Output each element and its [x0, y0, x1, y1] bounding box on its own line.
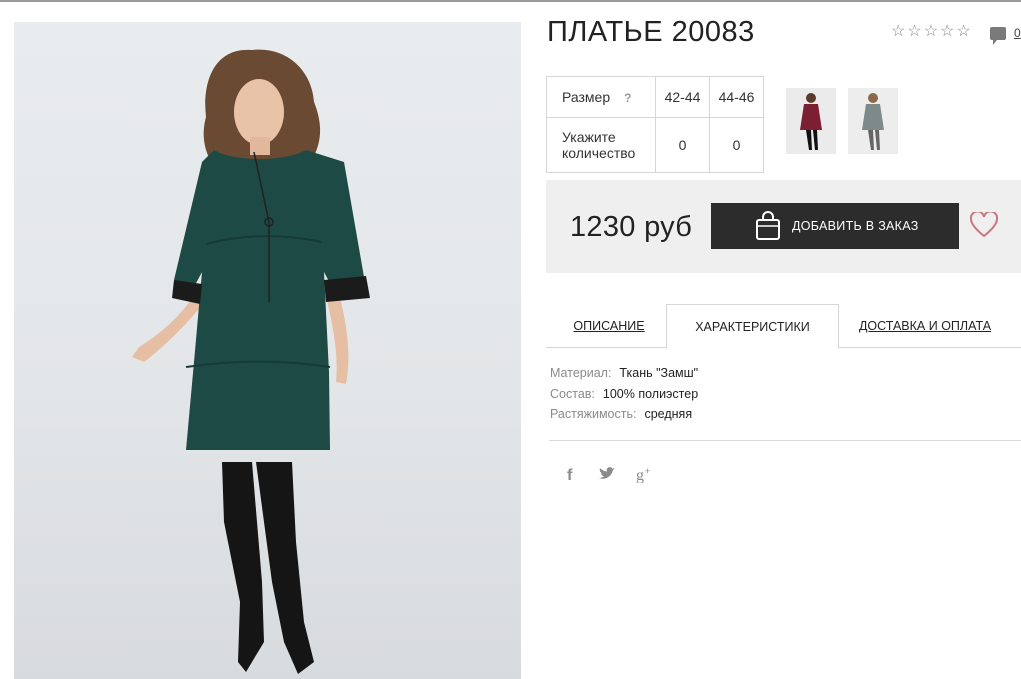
spec-key: Состав:	[550, 387, 595, 401]
spec-key: Материал:	[550, 366, 612, 380]
product-price: 1230 руб	[570, 211, 693, 243]
purchase-box: 1230 руб ДОБАВИТЬ В ЗАКАЗ	[546, 180, 1021, 273]
quantity-label-cell: Укажите количество	[546, 117, 656, 173]
svg-text:+: +	[645, 466, 650, 476]
product-title: ПЛАТЬЕ 20083	[547, 16, 755, 48]
size-option-42-44: 42-44	[655, 76, 710, 118]
top-divider	[0, 0, 1021, 2]
rating-stars[interactable]: ☆ ☆ ☆ ☆ ☆	[891, 24, 971, 40]
google-plus-icon[interactable]: g +	[635, 465, 655, 483]
size-label-cell: Размер?	[546, 76, 656, 118]
spec-value: Ткань "Замш"	[619, 366, 699, 380]
color-thumbnail-burgundy[interactable]	[786, 88, 836, 154]
quantity-label-line1: Укажите	[562, 129, 616, 145]
star-icon[interactable]: ☆	[891, 24, 905, 40]
size-label: Размер	[562, 88, 611, 105]
spec-key: Растяжимость:	[550, 407, 637, 421]
heart-icon[interactable]	[970, 212, 998, 238]
size-help-icon[interactable]: ?	[624, 91, 631, 105]
tab-characteristics[interactable]: ХАРАКТЕРИСТИКИ	[666, 304, 839, 349]
size-option-44-46: 44-46	[709, 76, 764, 118]
quantity-input-44-46[interactable]: 0	[709, 117, 764, 173]
color-thumbnail-grey[interactable]	[848, 88, 898, 154]
size-quantity-table: Размер? 42-44 44-46 Укажите количество 0…	[546, 76, 764, 173]
facebook-icon[interactable]: f	[562, 465, 582, 483]
thumb-grey-illustration	[862, 93, 884, 150]
spec-value: средняя	[644, 407, 693, 421]
specs-divider	[549, 440, 1021, 441]
quantity-label-line2: количество	[562, 145, 636, 161]
star-icon[interactable]: ☆	[940, 24, 954, 40]
twitter-icon[interactable]	[597, 465, 617, 483]
thumb-burgundy-illustration	[800, 93, 822, 150]
comment-count-link[interactable]: 0	[1014, 26, 1021, 40]
spec-value: 100% полиэстер	[602, 387, 699, 401]
quantity-input-42-44[interactable]: 0	[655, 117, 710, 173]
tab-delivery-payment[interactable]: ДОСТАВКА И ОПЛАТА	[855, 304, 995, 348]
shopping-bag-icon	[756, 211, 780, 240]
star-icon[interactable]: ☆	[907, 24, 921, 40]
main-product-photo[interactable]	[14, 22, 521, 679]
spec-composition: Состав: 100% полиэстер	[550, 387, 698, 401]
star-icon[interactable]: ☆	[924, 24, 938, 40]
tab-description[interactable]: ОПИСАНИЕ	[566, 304, 652, 348]
spec-stretch: Растяжимость: средняя	[550, 407, 692, 421]
add-to-order-label: ДОБАВИТЬ В ЗАКАЗ	[792, 219, 919, 233]
dress-model-illustration	[132, 49, 370, 674]
svg-text:g: g	[636, 467, 644, 483]
svg-text:f: f	[567, 467, 573, 483]
add-to-order-button[interactable]: ДОБАВИТЬ В ЗАКАЗ	[711, 203, 959, 249]
spec-material: Материал: Ткань "Замш"	[550, 366, 698, 380]
star-icon[interactable]: ☆	[956, 24, 970, 40]
comment-icon[interactable]	[990, 27, 1006, 45]
